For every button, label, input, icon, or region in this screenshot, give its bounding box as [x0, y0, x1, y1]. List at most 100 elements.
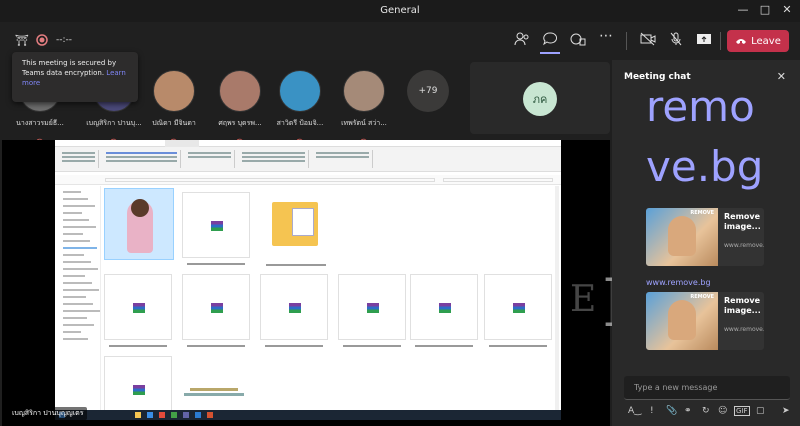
nav-tree-item — [63, 219, 89, 221]
nav-tree-item — [63, 226, 96, 228]
close-icon[interactable]: ✕ — [777, 70, 786, 83]
emoji-icon[interactable]: ☺ — [718, 406, 727, 416]
maximize-icon[interactable]: □ — [756, 3, 774, 16]
participant-name: ปณิดา มีจินดา — [152, 119, 196, 127]
sticker-icon[interactable]: ▢ — [756, 406, 765, 416]
close-window-icon[interactable]: ✕ — [778, 3, 796, 16]
participant-name: สาวิตรี ป้อมจิ... — [276, 119, 324, 127]
record-icon — [32, 34, 52, 52]
nav-tree-item — [63, 247, 97, 249]
encryption-tooltip: This meeting is secured by Teams data en… — [12, 52, 138, 102]
more-participants-button[interactable]: +79 — [407, 70, 449, 112]
participant-name: ศฤพร บุดรพ... — [218, 119, 262, 127]
avatar — [279, 70, 321, 112]
file-thumbnail — [410, 274, 478, 347]
participant-name: เบญสิริกา ปานบุ... — [86, 119, 142, 127]
nav-tree-item — [63, 282, 92, 284]
participant-tile[interactable]: ภค — [470, 62, 610, 134]
exclamation-icon[interactable]: ! — [650, 406, 654, 416]
chat-compose-actions: A‿ ! 📎 ⚭ ↻ ☺ GIF ▢ ➤ — [624, 406, 794, 420]
mic-off-icon[interactable] — [666, 32, 686, 50]
avatar: ภค — [523, 82, 557, 116]
explorer-address-bar — [55, 175, 561, 185]
meeting-chat-panel: Meeting chat ✕ remo ve.bg REMOVE Remove … — [612, 60, 800, 426]
more-options-icon[interactable]: ⋯ — [596, 28, 616, 46]
reactions-icon[interactable] — [568, 32, 588, 50]
explorer-file-grid — [102, 186, 557, 420]
explorer-nav-pane — [55, 186, 101, 410]
chat-title: Meeting chat — [624, 72, 691, 82]
chat-link[interactable]: www.remove.bg — [646, 278, 711, 287]
file-thumbnail — [104, 188, 174, 260]
send-icon[interactable]: ➤ — [782, 406, 790, 416]
participants-icon[interactable] — [512, 32, 532, 50]
shared-screen-content — [55, 140, 561, 420]
preview-title: Remove image... — [724, 212, 761, 231]
nav-tree-item — [63, 254, 84, 256]
leave-button[interactable]: Leave — [727, 30, 789, 52]
nav-tree-item — [63, 324, 94, 326]
file-thumbnail — [260, 274, 328, 347]
chat-message-text: ve.bg — [646, 142, 764, 191]
participant-tile[interactable]: ปณิดา มีจินดา 🔇 — [144, 70, 204, 148]
file-thumbnail — [182, 192, 250, 265]
leave-label: Leave — [751, 35, 781, 47]
scrollbar[interactable] — [555, 186, 559, 410]
nav-tree-item — [63, 296, 86, 298]
meeting-timer: --:-- — [56, 35, 73, 45]
nav-tree-item — [63, 233, 83, 235]
toolbar-divider — [626, 32, 627, 50]
windows-taskbar — [55, 410, 561, 420]
nav-tree-item — [63, 205, 95, 207]
message-input[interactable]: Type a new message — [624, 376, 790, 400]
file-thumbnail — [484, 274, 552, 347]
format-icon[interactable]: A‿ — [628, 406, 641, 416]
camera-off-icon[interactable] — [638, 32, 658, 50]
shield-icon[interactable]: ⛩ — [12, 34, 32, 52]
attach-icon[interactable]: 📎 — [666, 406, 677, 416]
nav-tree-item — [63, 198, 88, 200]
toolbar-divider — [720, 32, 721, 50]
preview-url: www.remove.bg — [724, 326, 764, 333]
file-thumbnail — [104, 274, 172, 347]
nav-tree-item — [63, 191, 81, 193]
shared-screen-stage — [2, 140, 610, 426]
nav-tree-item — [63, 317, 87, 319]
link-preview-card[interactable]: REMOVE Remove image... www.remove.bg — [646, 292, 764, 350]
nav-tree-item — [63, 268, 98, 270]
loop-icon[interactable]: ↻ — [702, 406, 710, 416]
share-screen-icon[interactable] — [694, 32, 714, 50]
nav-tree-item — [63, 289, 99, 291]
minimize-icon[interactable]: — — [734, 3, 752, 16]
participant-name: นางสาวรมย์ธี... — [16, 119, 64, 127]
participant-tile[interactable]: สาวิตรี ป้อมจิ... 🔇 — [270, 70, 330, 148]
participant-name: เทพรัตน์ สว่า... — [341, 119, 387, 127]
preview-url: www.remove.bg — [724, 242, 764, 249]
participant-tile[interactable]: ศฤพร บุดรพ... 🔇 — [210, 70, 270, 148]
nav-tree-item — [63, 212, 82, 214]
participant-tile[interactable]: เทพรัตน์ สว่า... 🔇 — [334, 70, 394, 148]
phone-hangup-icon — [736, 39, 747, 44]
nav-tree-item — [63, 338, 88, 340]
preview-thumbnail: REMOVE — [646, 292, 718, 350]
folder-icon — [262, 192, 330, 266]
nav-tree-item — [63, 310, 100, 312]
nav-tree-item — [63, 303, 93, 305]
speaker-name-label: เบญสิริกา ปานบุญญเตร — [8, 407, 88, 420]
link-icon[interactable]: ⚭ — [684, 406, 692, 416]
chat-icon[interactable] — [540, 32, 560, 54]
explorer-ribbon — [55, 140, 561, 172]
nav-tree-item — [63, 331, 81, 333]
avatar — [153, 70, 195, 112]
file-thumbnail — [338, 274, 406, 347]
tooltip-text: This meeting is secured by Teams data en… — [22, 59, 117, 77]
chat-message-text: remo — [646, 82, 755, 131]
preview-title: Remove image... — [724, 296, 761, 315]
preview-thumbnail: REMOVE — [646, 208, 718, 266]
avatar — [343, 70, 385, 112]
window-titlebar: General — □ ✕ — [0, 0, 800, 22]
avatar — [219, 70, 261, 112]
link-preview-card[interactable]: REMOVE Remove image... www.remove.bg — [646, 208, 764, 266]
nav-tree-item — [63, 275, 85, 277]
gif-icon[interactable]: GIF — [734, 406, 750, 416]
